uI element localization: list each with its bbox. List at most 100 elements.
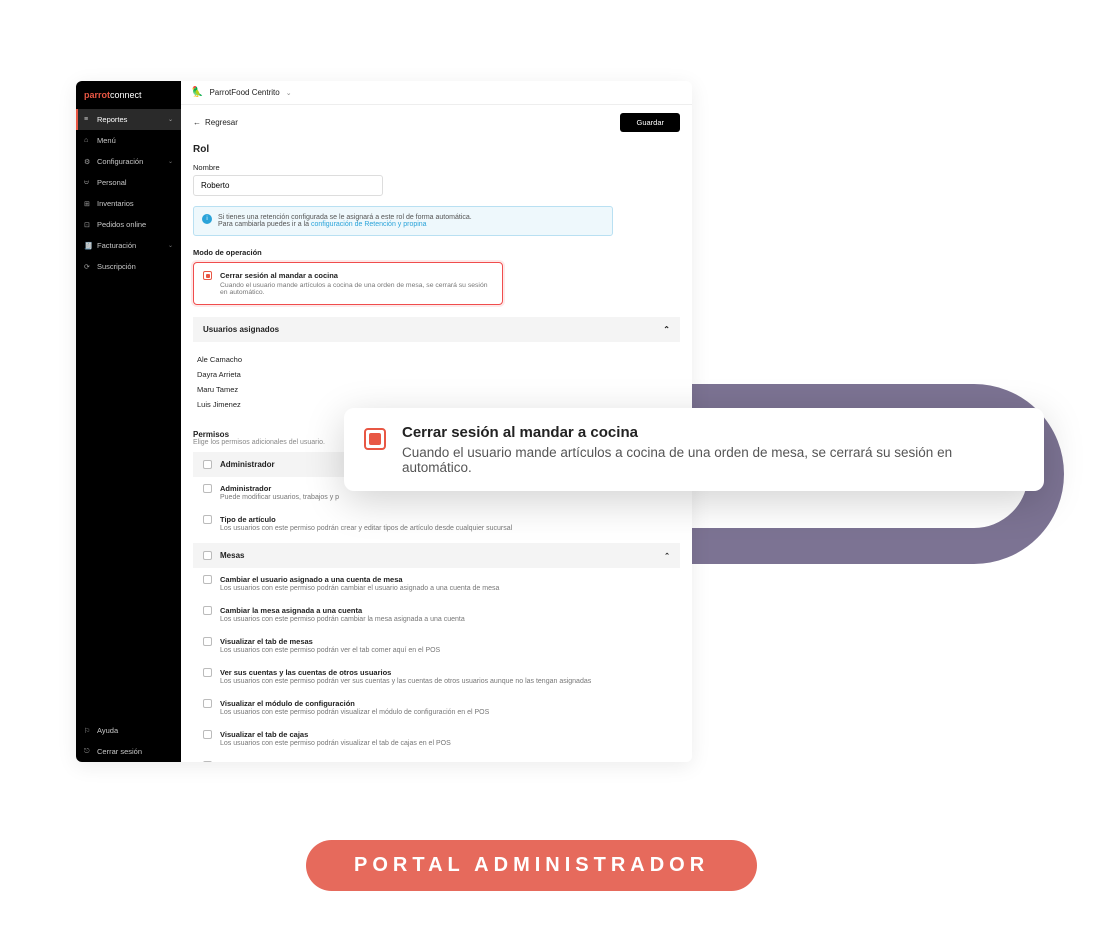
brand-select-label: ParrotFood Centrito [209,88,279,97]
chevron-down-icon: ⌄ [168,242,173,249]
sidebar-item-label: Inventarios [97,199,134,208]
permission-checkbox[interactable] [203,699,212,708]
parrot-brand-icon: 🦜 [191,87,203,98]
callout-checkbox-icon [364,428,386,450]
sidebar-item-suscripcion[interactable]: ⟳ Suscripción [76,256,181,277]
section-checkbox[interactable] [203,551,212,560]
sidebar-item-label: Configuración [97,157,143,166]
callout-desc: Cuando el usuario mande artículos a coci… [402,445,1024,475]
list-item: Dayra Arrieta [197,367,676,382]
menu-icon: ⌂ [84,137,92,144]
sidebar-item-label: Personal [97,178,127,187]
sidebar: parrotconnect ≡ Reportes ⌄ ⌂ Menú ⚙ Conf… [76,81,181,762]
arrow-left-icon: ← [193,118,201,127]
permission-checkbox[interactable] [203,484,212,493]
section-checkbox[interactable] [203,460,212,469]
reports-icon: ≡ [84,116,92,123]
callout-title: Cerrar sesión al mandar a cocina [402,424,1024,441]
permission-item: Visualizar el tab de mesas Los usuarios … [193,630,680,661]
person-icon: ⩁ [84,179,92,187]
permission-item: Visualizar el módulo de configuración Lo… [193,692,680,723]
portal-admin-badge: PORTAL ADMINISTRADOR [306,840,757,891]
usuarios-heading: Usuarios asignados [203,325,279,334]
sidebar-item-menu[interactable]: ⌂ Menú [76,130,181,151]
permission-desc: Puede modificar usuarios, trabajos y p [220,494,339,501]
name-input[interactable] [193,175,383,196]
chevron-down-icon: ⌄ [168,116,173,123]
help-icon: ⚐ [84,727,92,735]
permission-checkbox[interactable] [203,730,212,739]
name-label: Nombre [193,163,680,172]
modo-checkbox[interactable] [203,271,212,280]
permission-title: Visualizar el tab de pedidos [220,761,459,762]
back-button[interactable]: ← Regresar [193,118,238,127]
topbar: 🦜 ParrotFood Centrito ⌄ [181,81,692,105]
sidebar-item-reportes[interactable]: ≡ Reportes ⌄ [76,109,181,130]
permission-desc: Los usuarios con este permiso podrán cam… [220,616,465,623]
permission-checkbox[interactable] [203,575,212,584]
sidebar-item-ayuda[interactable]: ⚐ Ayuda [76,720,181,741]
logout-icon: ⎋ [84,748,92,756]
invoice-icon: 🧾 [84,242,92,250]
sidebar-item-label: Pedidos online [97,220,146,229]
permission-checkbox[interactable] [203,761,212,762]
permission-title: Ver sus cuentas y las cuentas de otros u… [220,668,591,677]
chevron-down-icon[interactable]: ⌄ [286,89,292,97]
sidebar-item-label: Suscripción [97,262,136,271]
permission-title: Administrador [220,484,339,493]
orders-icon: ⊡ [84,221,92,229]
chevron-down-icon: ⌄ [168,158,173,165]
permission-desc: Los usuarios con este permiso podrán vis… [220,740,451,747]
permission-title: Visualizar el módulo de configuración [220,699,489,708]
logo-part1: parrot [84,90,110,100]
sidebar-item-facturacion[interactable]: 🧾 Facturación ⌄ [76,235,181,256]
permission-desc: Los usuarios con este permiso podrán ver… [220,647,440,654]
save-button[interactable]: Guardar [620,113,680,132]
permission-item: Cambiar la mesa asignada a una cuenta Lo… [193,599,680,630]
info-link[interactable]: configuración de Retención y propina [311,221,427,228]
sidebar-item-inventarios[interactable]: ⊞ Inventarios [76,193,181,214]
sidebar-item-label: Menú [97,136,116,145]
permission-checkbox[interactable] [203,515,212,524]
section-title: Mesas [220,551,244,560]
permission-item: Tipo de artículo Los usuarios con este p… [193,508,680,539]
info-line2a: Para cambiarla puedes ir a la [218,221,311,228]
sidebar-item-label: Reportes [97,115,127,124]
permission-title: Visualizar el tab de cajas [220,730,451,739]
permisos-section-mesas[interactable]: Mesas ⌃ [193,543,680,568]
permission-item: Visualizar el tab de cajas Los usuarios … [193,723,680,754]
info-banner: i Si tienes una retención configurada se… [193,206,613,236]
permission-item: Visualizar el tab de pedidos Los usuario… [193,754,680,762]
permission-checkbox[interactable] [203,606,212,615]
sidebar-item-label: Ayuda [97,726,118,735]
sidebar-item-pedidos-online[interactable]: ⊡ Pedidos online [76,214,181,235]
sidebar-item-configuracion[interactable]: ⚙ Configuración ⌄ [76,151,181,172]
permission-checkbox[interactable] [203,637,212,646]
permission-title: Tipo de artículo [220,515,512,524]
modo-title: Cerrar sesión al mandar a cocina [220,271,493,280]
permission-title: Visualizar el tab de mesas [220,637,440,646]
modo-desc: Cuando el usuario mande artículos a coci… [220,282,493,296]
list-item: Ale Camacho [197,352,676,367]
permission-checkbox[interactable] [203,668,212,677]
usuarios-accordion-header[interactable]: Usuarios asignados ⌃ [193,317,680,342]
chevron-up-icon: ⌃ [663,325,670,334]
permission-item: Cambiar el usuario asignado a una cuenta… [193,568,680,599]
modo-operacion-option[interactable]: Cerrar sesión al mandar a cocina Cuando … [193,262,503,305]
gear-icon: ⚙ [84,158,92,166]
logo: parrotconnect [76,81,181,109]
sidebar-item-label: Cerrar sesión [97,747,142,756]
info-icon: i [202,214,212,224]
permission-desc: Los usuarios con este permiso podrán cre… [220,525,512,532]
sidebar-item-label: Facturación [97,241,136,250]
nav-list: ≡ Reportes ⌄ ⌂ Menú ⚙ Configuración ⌄ ⩁ … [76,109,181,762]
permission-item: Ver sus cuentas y las cuentas de otros u… [193,661,680,692]
sidebar-item-personal[interactable]: ⩁ Personal [76,172,181,193]
permission-title: Cambiar el usuario asignado a una cuenta… [220,575,499,584]
permission-desc: Los usuarios con este permiso podrán vis… [220,709,489,716]
back-label: Regresar [205,118,238,127]
sidebar-item-cerrar-sesion[interactable]: ⎋ Cerrar sesión [76,741,181,762]
permission-desc: Los usuarios con este permiso podrán cam… [220,585,499,592]
inventory-icon: ⊞ [84,200,92,208]
logo-part2: connect [110,90,142,100]
